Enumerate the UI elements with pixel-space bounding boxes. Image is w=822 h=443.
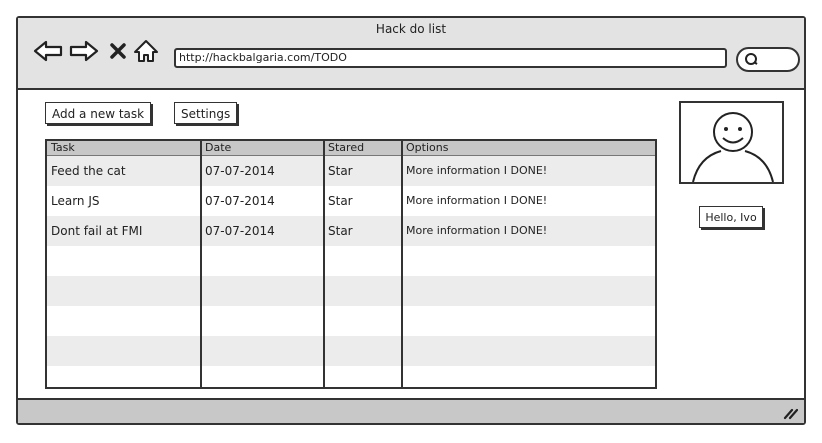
address-bar[interactable]: http://hackbalgaria.com/TODO	[174, 48, 727, 68]
options-links[interactable]: More information I DONE!	[402, 186, 655, 216]
close-icon[interactable]	[108, 38, 128, 64]
settings-button[interactable]: Settings	[174, 102, 238, 124]
page-content: Add a new task Settings Task Date Stared…	[18, 90, 804, 400]
browser-window: Hack do list http://hackbalgaria.com/TOD…	[16, 16, 806, 425]
greeting-label: Hello, Ivo	[699, 206, 763, 228]
task-table: Task Date Stared Options Feed the cat 07…	[45, 139, 657, 389]
task-cell: Feed the cat	[51, 164, 126, 178]
column-header-options[interactable]: Options	[402, 141, 448, 155]
column-header-task[interactable]: Task	[47, 141, 75, 155]
column-header-stared[interactable]: Stared	[324, 141, 364, 155]
window-title: Hack do list	[375, 22, 447, 36]
empty-row	[47, 246, 655, 276]
table-row[interactable]: Learn JS 07-07-2014 Star More informatio…	[47, 186, 655, 216]
home-icon[interactable]	[132, 38, 160, 64]
options-links[interactable]: More information I DONE!	[402, 156, 655, 186]
status-bar	[18, 398, 804, 423]
search-icon	[745, 53, 758, 65]
column-divider	[323, 141, 325, 387]
date-cell: 07-07-2014	[205, 224, 275, 238]
title-bar: Hack do list http://hackbalgaria.com/TOD…	[18, 18, 804, 90]
date-cell: 07-07-2014	[205, 164, 275, 178]
star-link[interactable]: Star	[324, 186, 398, 216]
arrow-left-icon[interactable]	[32, 38, 64, 64]
empty-row	[47, 306, 655, 336]
arrow-right-icon[interactable]	[68, 38, 100, 64]
column-divider	[401, 141, 403, 387]
date-cell: 07-07-2014	[205, 194, 275, 208]
options-links[interactable]: More information I DONE!	[402, 216, 655, 246]
table-row[interactable]: Feed the cat 07-07-2014 Star More inform…	[47, 156, 655, 186]
empty-row	[47, 366, 655, 387]
empty-row	[47, 276, 655, 306]
task-cell: Dont fail at FMI	[51, 224, 143, 238]
table-row[interactable]: Dont fail at FMI 07-07-2014 Star More in…	[47, 216, 655, 246]
star-link[interactable]: Star	[324, 156, 398, 186]
resize-grip-icon[interactable]	[782, 406, 798, 420]
table-header: Task Date Stared Options	[47, 141, 655, 156]
smiley-avatar-icon	[679, 101, 784, 184]
column-header-date[interactable]: Date	[201, 141, 231, 155]
add-task-button[interactable]: Add a new task	[45, 102, 152, 124]
empty-row	[47, 336, 655, 366]
star-link[interactable]: Star	[324, 216, 398, 246]
task-cell: Learn JS	[51, 194, 100, 208]
column-divider	[200, 141, 202, 387]
search-field[interactable]	[736, 47, 800, 72]
